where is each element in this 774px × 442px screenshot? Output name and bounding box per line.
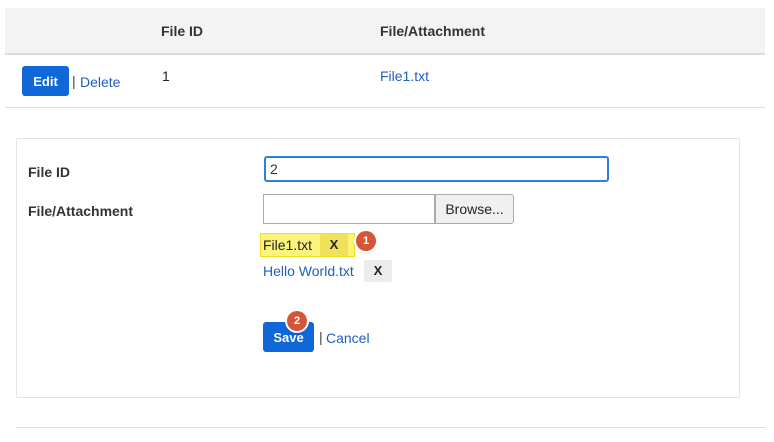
file-id-label: File ID: [28, 164, 71, 180]
edit-button[interactable]: Edit: [22, 66, 69, 96]
attachment-name[interactable]: File1.txt: [263, 237, 312, 253]
file-id-cell: 1: [162, 68, 170, 84]
action-separator: |: [72, 73, 76, 89]
attachment-name[interactable]: Hello World.txt: [263, 263, 354, 279]
column-header-file-attachment: File/Attachment: [380, 23, 486, 39]
file-attachment-label: File/Attachment: [28, 203, 134, 219]
cancel-link[interactable]: Cancel: [326, 330, 370, 346]
edit-form-panel: File ID File/Attachment Browse... File1.…: [16, 138, 740, 398]
column-header-file-id: File ID: [161, 23, 204, 39]
divider: [16, 427, 766, 428]
table-header: File ID File/Attachment: [5, 8, 765, 55]
attachment-link[interactable]: File1.txt: [380, 68, 429, 84]
file-path-field[interactable]: [263, 194, 435, 224]
remove-attachment-button[interactable]: X: [320, 234, 348, 256]
annotation-badge-1: 1: [356, 231, 376, 251]
table-row: Edit | Delete 1 File1.txt: [5, 55, 765, 108]
annotation-badge-2: 2: [287, 311, 307, 331]
browse-button[interactable]: Browse...: [435, 194, 514, 224]
remove-attachment-button[interactable]: X: [364, 260, 392, 282]
delete-link[interactable]: Delete: [80, 74, 120, 90]
file-id-input[interactable]: [264, 156, 609, 182]
action-separator: |: [319, 329, 323, 345]
